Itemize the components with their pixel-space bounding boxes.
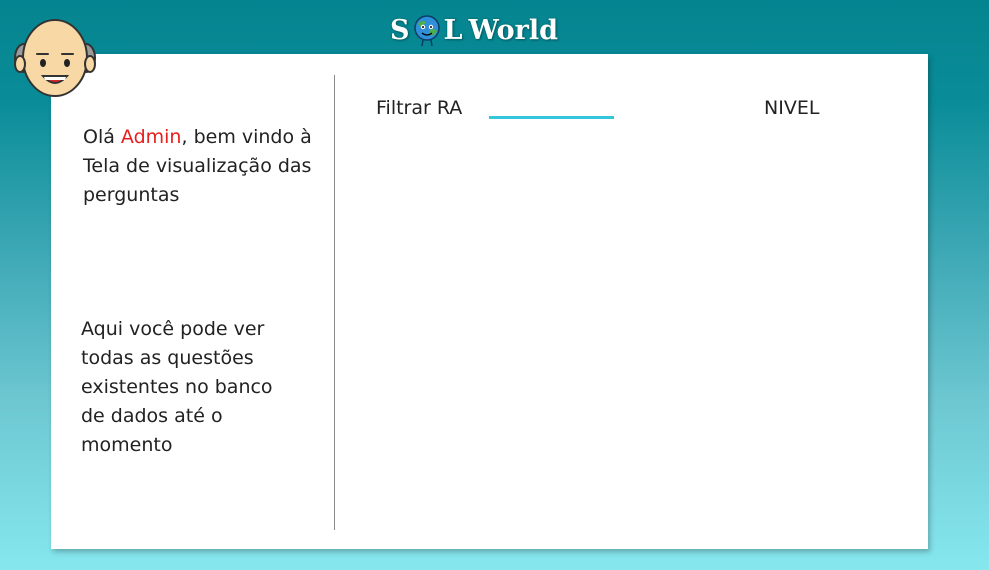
filter-ra-label: Filtrar RA [376,97,463,119]
logo-letter-l: L [443,14,463,46]
info-text: Aqui você pode ver todas as questões exi… [81,318,273,456]
vertical-divider [334,75,335,530]
main-card: Olá Admin, bem vindo à Tela de visualiza… [51,54,928,549]
logo-letter-s: S [390,14,410,46]
welcome-message: Olá Admin, bem vindo à Tela de visualiza… [83,123,323,210]
nivel-label: NIVEL [764,97,820,119]
filter-ra-input[interactable] [489,90,614,119]
app-logo: S L World [390,8,590,52]
welcome-greeting: Olá [83,126,121,148]
logo-word: World [468,14,558,46]
globe-o-icon [413,15,440,47]
old-man-avatar-icon [14,19,96,97]
welcome-username: Admin [120,126,182,148]
